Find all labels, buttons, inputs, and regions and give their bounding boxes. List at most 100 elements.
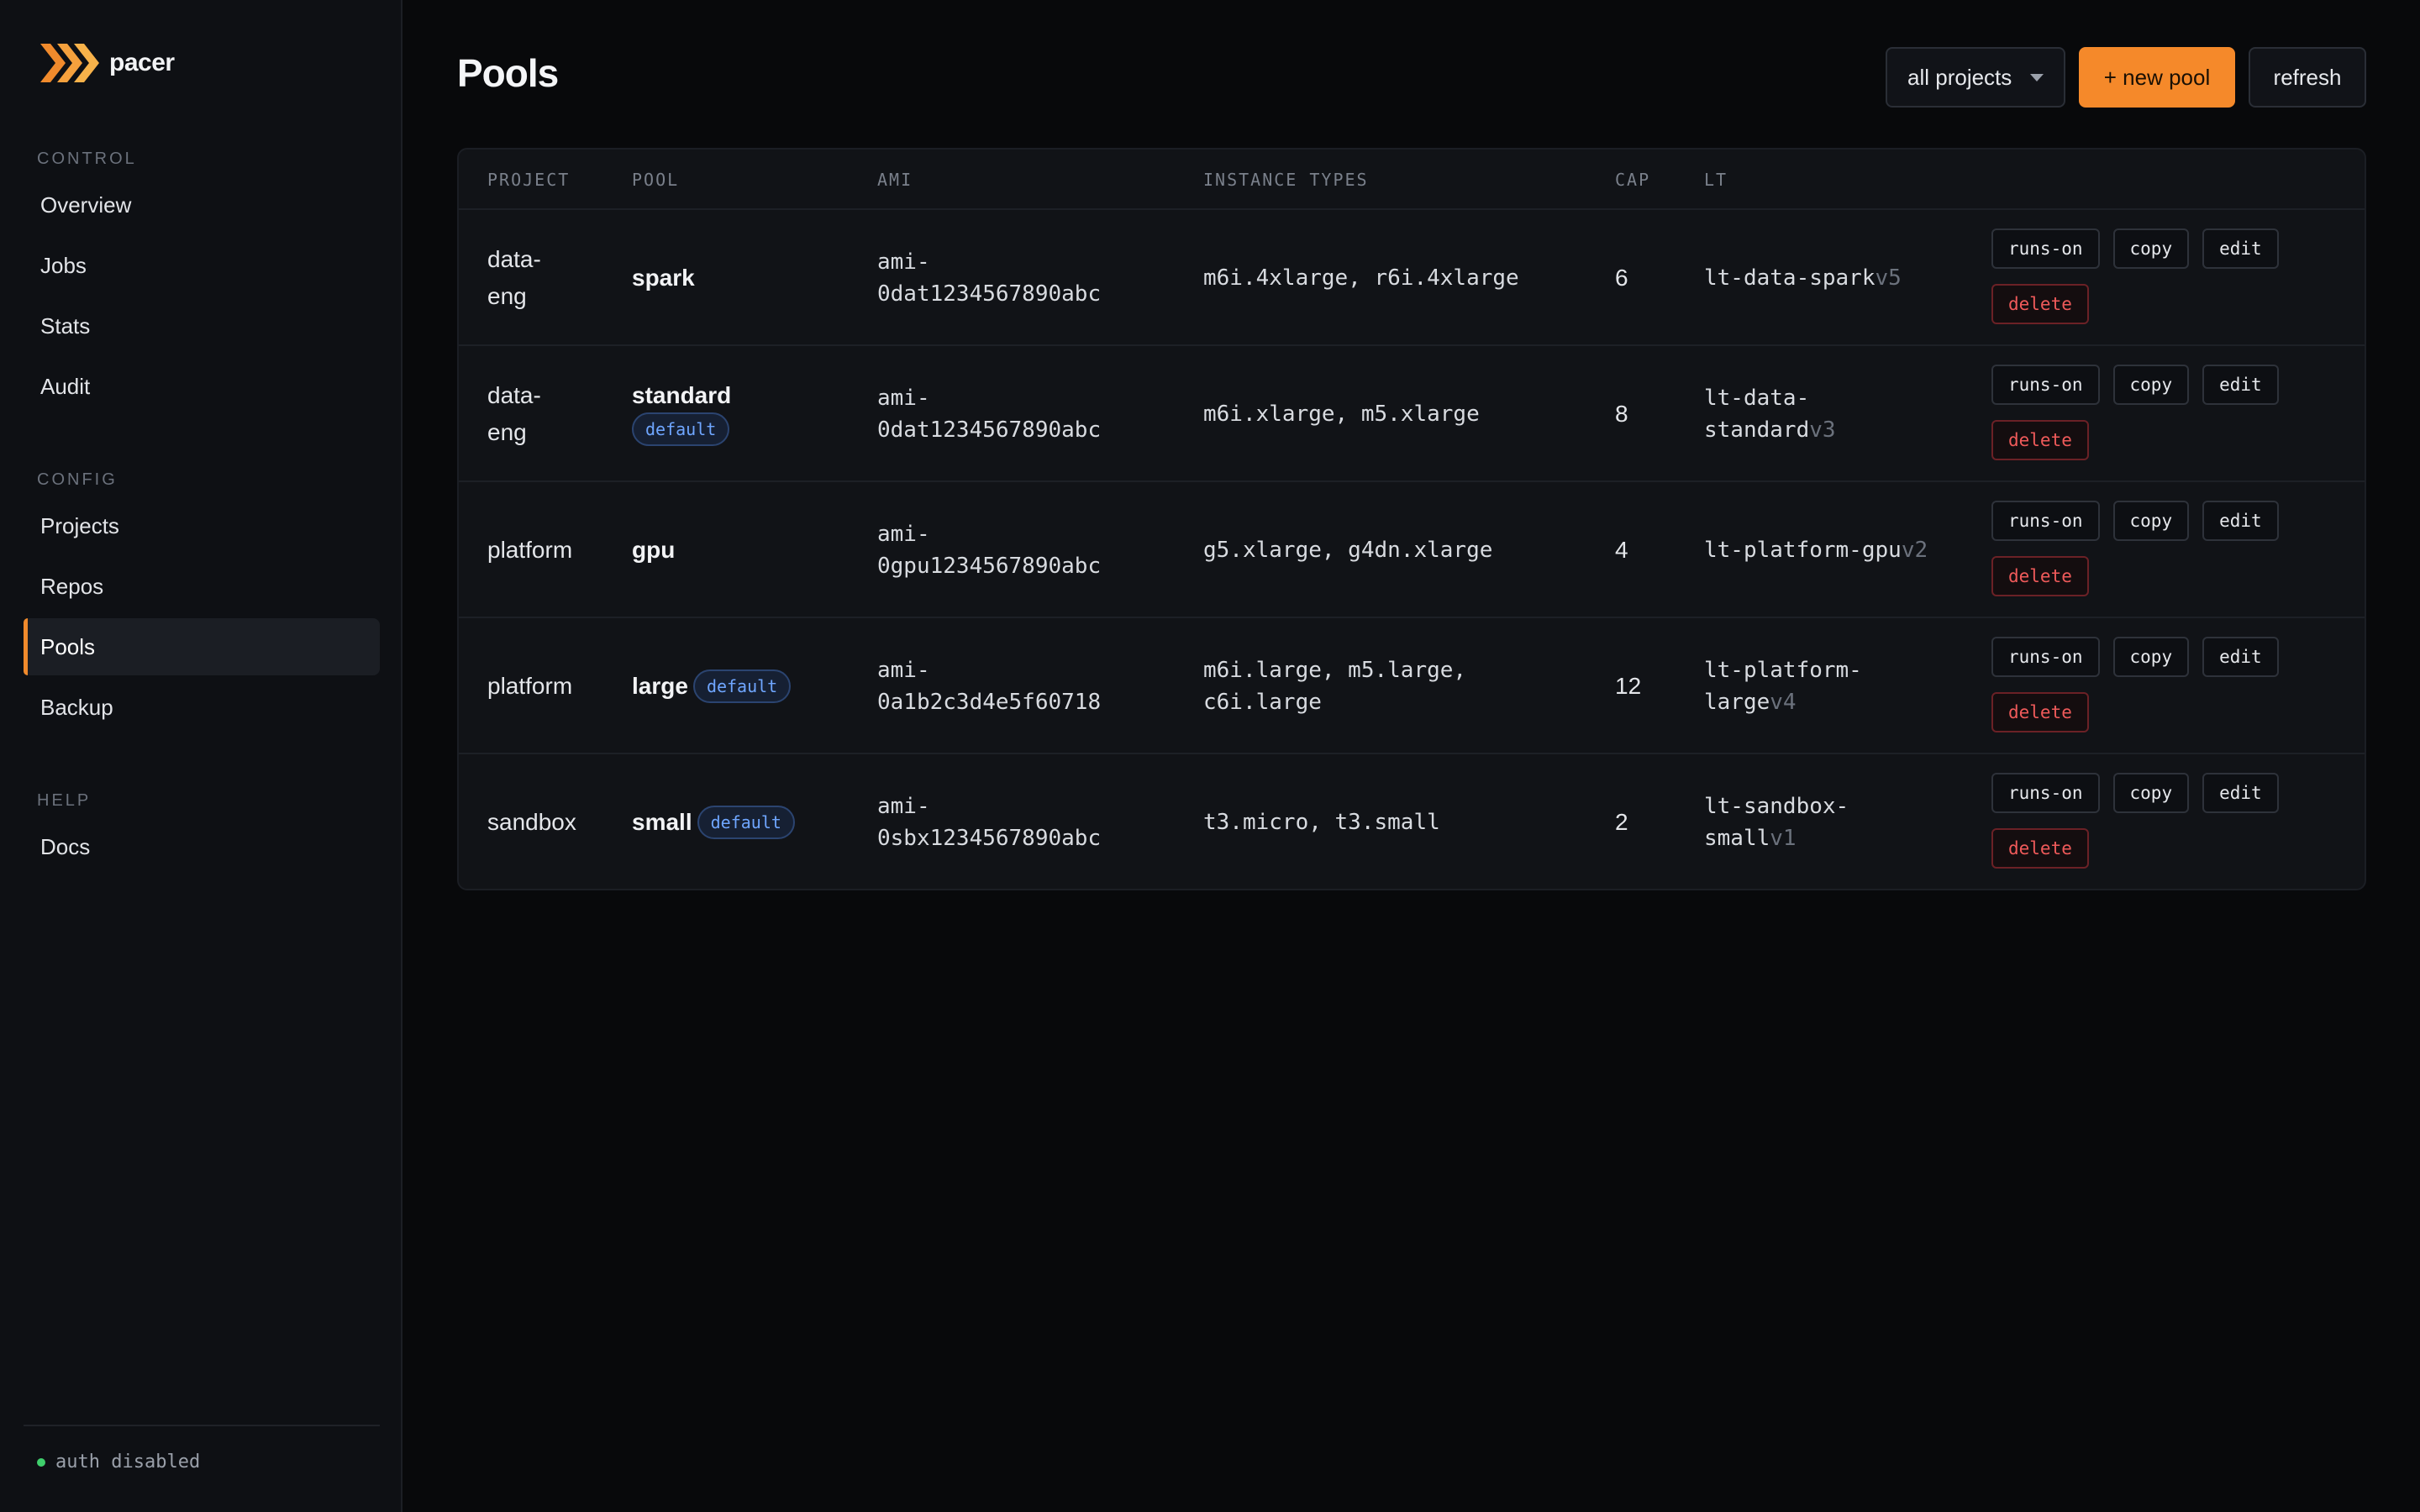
pool-cell: gpu (632, 482, 876, 618)
sidebar-item-audit[interactable]: Audit (24, 358, 380, 415)
default-badge: default (697, 806, 795, 839)
row-actions-primary: runs-on copy edit (1991, 637, 2344, 677)
column-header-lt: LT (1704, 170, 1728, 190)
nav-section-help: HELP Docs (24, 786, 380, 875)
column-header-ami: AMI (877, 170, 913, 190)
project-name: data- eng (487, 382, 541, 445)
sidebar-item-jobs[interactable]: Jobs (24, 237, 380, 294)
row-actions: runs-on copy edit delete (1991, 773, 2344, 884)
row-actions-secondary: delete (1991, 692, 2344, 732)
edit-button[interactable]: edit (2202, 228, 2279, 269)
edit-button[interactable]: edit (2202, 637, 2279, 677)
ami-cell: ami- 0a1b2c3d4e5f60718 (877, 618, 1197, 754)
row-actions-primary: runs-on copy edit (1991, 228, 2344, 269)
delete-button[interactable]: delete (1991, 556, 2089, 596)
project-name: platform (487, 673, 573, 699)
runs-on-button[interactable]: runs-on (1991, 637, 2100, 677)
pool-cell: spark (632, 210, 876, 346)
default-badge: default (692, 669, 792, 703)
pools-table: PROJECT POOL AMI INSTANCE TYPES CAP LT d… (457, 148, 2366, 890)
copy-button[interactable]: copy (2112, 501, 2190, 541)
instance-types: m6i.4xlarge, r6i.4xlarge (1203, 265, 1519, 291)
capacity: 4 (1615, 537, 1628, 563)
edit-button[interactable]: edit (2202, 501, 2279, 541)
launch-template: lt-sandbox- smallv1 (1704, 790, 1849, 854)
default-badge: default (632, 412, 730, 446)
delete-button[interactable]: delete (1991, 420, 2089, 460)
status-dot-icon (37, 1457, 45, 1467)
launch-template-version: v1 (1770, 826, 1797, 851)
capacity: 12 (1615, 673, 1642, 699)
project-filter-value: all projects (1907, 64, 2012, 90)
row-actions-secondary: delete (1991, 828, 2344, 869)
project-name: platform (487, 537, 573, 563)
project-cell: sandbox (487, 754, 622, 889)
row-actions: runs-on copy edit delete (1991, 365, 2344, 475)
launch-template-version: v5 (1875, 265, 1902, 291)
ami-id: ami- 0a1b2c3d4e5f60718 (877, 658, 1102, 715)
edit-button[interactable]: edit (2202, 365, 2279, 405)
launch-template: lt-platform-gpuv2 (1704, 534, 1928, 566)
instance-types-cell: g5.xlarge, g4dn.xlarge (1203, 482, 1607, 618)
copy-button[interactable]: copy (2112, 228, 2190, 269)
auth-status: auth disabled (24, 1425, 380, 1473)
project-name: data- eng (487, 246, 541, 309)
instance-types-cell: m6i.large, m5.large, c6i.large (1203, 618, 1607, 754)
instance-types-cell: m6i.xlarge, m5.xlarge (1203, 346, 1607, 482)
capacity: 8 (1615, 401, 1628, 427)
project-filter-select[interactable]: all projects (1886, 47, 2065, 108)
page-title: Pools (457, 51, 559, 95)
pool-name: large (632, 673, 688, 699)
copy-button[interactable]: copy (2112, 637, 2190, 677)
runs-on-button[interactable]: runs-on (1991, 365, 2100, 405)
runs-on-button[interactable]: runs-on (1991, 773, 2100, 813)
sidebar-item-stats[interactable]: Stats (24, 297, 380, 354)
lt-cell: lt-platform- largev4 (1704, 618, 1981, 754)
copy-button[interactable]: copy (2112, 365, 2190, 405)
cap-cell: 12 (1615, 618, 1691, 754)
ami-cell: ami- 0dat1234567890abc (877, 346, 1197, 482)
instance-types-cell: m6i.4xlarge, r6i.4xlarge (1203, 210, 1607, 346)
launch-template: lt-platform- largev4 (1704, 654, 1862, 718)
nav-section-control: CONTROL Overview Jobs Stats Audit (24, 144, 380, 415)
delete-button[interactable]: delete (1991, 692, 2089, 732)
sidebar-item-overview[interactable]: Overview (24, 176, 380, 234)
table-row: platform large default ami- 0a1b2c3d4e5f607… (459, 618, 2365, 754)
capacity: 2 (1615, 809, 1628, 835)
column-header-pool: POOL (632, 170, 680, 190)
ami-id: ami- 0dat1234567890abc (877, 249, 1102, 307)
runs-on-button[interactable]: runs-on (1991, 501, 2100, 541)
pool-name: gpu (632, 537, 676, 563)
launch-template: lt-data-sparkv5 (1704, 262, 1902, 294)
runs-on-button[interactable]: runs-on (1991, 228, 2100, 269)
row-actions: runs-on copy edit delete (1991, 637, 2344, 748)
sidebar-item-repos[interactable]: Repos (24, 558, 380, 615)
delete-button[interactable]: delete (1991, 284, 2089, 324)
instance-types: t3.micro, t3.small (1203, 810, 1440, 835)
ami-cell: ami- 0gpu1234567890abc (877, 482, 1197, 618)
ami-cell: ami- 0sbx1234567890abc (877, 754, 1197, 889)
lt-cell: lt-sandbox- smallv1 (1704, 754, 1981, 889)
nav-heading: CONTROL (37, 150, 137, 168)
sidebar-item-pools[interactable]: Pools (24, 618, 380, 675)
launch-template-version: v2 (1901, 538, 1928, 563)
sidebar-item-projects[interactable]: Projects (24, 497, 380, 554)
delete-button[interactable]: delete (1991, 828, 2089, 869)
new-pool-button[interactable]: + new pool (2079, 47, 2235, 108)
pool-wrap: spark (632, 265, 695, 291)
instance-types: g5.xlarge, g4dn.xlarge (1203, 538, 1493, 563)
pool-name: small (632, 809, 692, 835)
table-row: platform gpu ami- 0gpu1234567890abc g5.xlar… (459, 482, 2365, 618)
brand[interactable]: pacer (39, 40, 175, 86)
sidebar-item-backup[interactable]: Backup (24, 679, 380, 736)
sidebar-item-docs[interactable]: Docs (24, 818, 380, 875)
sidebar: pacer CONTROL Overview Jobs Stats Audit … (0, 0, 402, 1512)
ami-id: ami- 0dat1234567890abc (877, 386, 1102, 443)
edit-button[interactable]: edit (2202, 773, 2279, 813)
launch-template-name: lt-data-spark (1704, 265, 1876, 291)
pool-wrap: gpu (632, 537, 675, 564)
copy-button[interactable]: copy (2112, 773, 2190, 813)
pool-cell: standard default (632, 346, 876, 482)
refresh-button[interactable]: refresh (2249, 47, 2366, 108)
launch-template: lt-data- standardv3 (1704, 382, 1836, 446)
